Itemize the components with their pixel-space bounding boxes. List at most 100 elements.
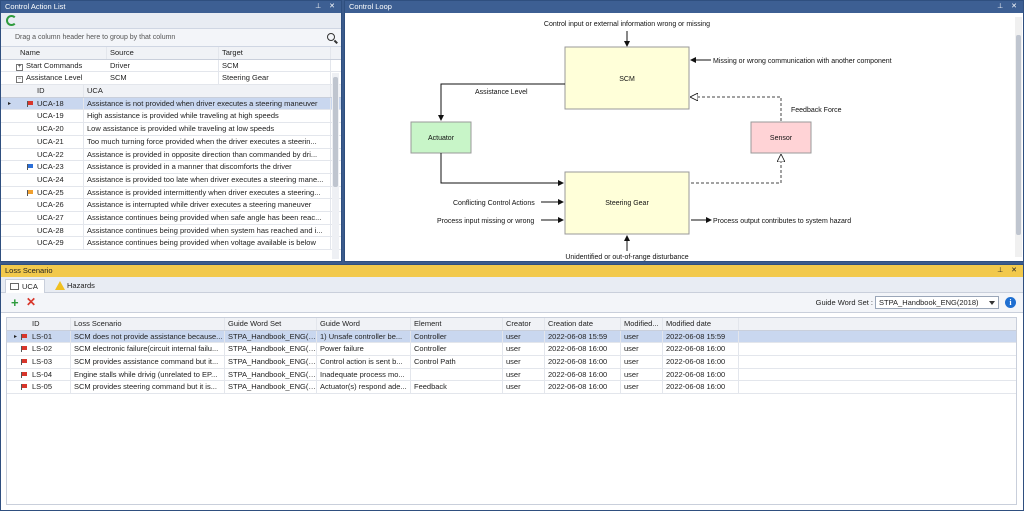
group-panel[interactable]: Drag a column header here to group by th… bbox=[1, 29, 341, 47]
pin-icon[interactable]: ⊥ ✕ bbox=[997, 265, 1020, 277]
uca-row[interactable]: UCA-20 Low assistance is provided while t… bbox=[1, 123, 341, 136]
uca-id: UCA-29 bbox=[34, 237, 84, 250]
tab-uca-label: UCA bbox=[22, 282, 38, 291]
uca-text: Assistance is provided intermittently wh… bbox=[84, 186, 331, 199]
scm-label: SCM bbox=[619, 76, 635, 83]
modified-by-cell: user bbox=[621, 381, 663, 394]
scroll-thumb[interactable] bbox=[333, 77, 338, 187]
scroll-thumb[interactable] bbox=[1016, 35, 1021, 235]
steering-gear-label: Steering Gear bbox=[605, 200, 649, 207]
uca-id: UCA-28 bbox=[34, 224, 84, 237]
col-id-header[interactable]: ID bbox=[34, 85, 84, 98]
col-guide-word-header[interactable]: Guide Word bbox=[317, 318, 411, 330]
table-row[interactable]: − Assistance Level SCM Steering Gear bbox=[1, 72, 341, 86]
col-creator-header[interactable]: Creator bbox=[503, 318, 545, 330]
uca-header: ID UCA bbox=[1, 85, 341, 98]
vertical-scrollbar[interactable] bbox=[332, 73, 339, 259]
add-icon[interactable]: + bbox=[11, 296, 19, 309]
pin-icon[interactable]: ⊥ ✕ bbox=[997, 1, 1020, 13]
modified-by-cell: user bbox=[621, 330, 663, 343]
flag-icon[interactable] bbox=[21, 346, 27, 353]
creation-date-cell: 2022-06-08 15:59 bbox=[545, 330, 621, 343]
creation-date-cell: 2022-06-08 16:00 bbox=[545, 368, 621, 381]
col-creation-date-header[interactable]: Creation date bbox=[545, 318, 621, 330]
process-input-label: Process input missing or wrong bbox=[437, 218, 534, 225]
col-guide-word-set-header[interactable]: Guide Word Set bbox=[225, 318, 317, 330]
table-row[interactable]: LS-02 SCM electronic failure(circuit inte… bbox=[7, 343, 1016, 357]
modified-date-cell: 2022-06-08 16:00 bbox=[663, 343, 739, 356]
row-target: SCM bbox=[219, 59, 331, 72]
flag-icon[interactable] bbox=[21, 359, 27, 366]
collapse-icon[interactable]: − bbox=[16, 76, 23, 84]
uca-row[interactable]: UCA-21 Too much turning force provided wh… bbox=[1, 135, 341, 149]
uca-row[interactable]: UCA-24 Assistance is provided too late wh… bbox=[1, 173, 341, 187]
row-source: Driver bbox=[107, 59, 219, 72]
guide-word-cell: Power failure bbox=[317, 343, 411, 356]
table-row[interactable]: LS-04 Engine stalls while drivig (unrelat… bbox=[7, 368, 1016, 382]
loss-scenario-title: Loss Scenario ⊥ ✕ bbox=[1, 265, 1023, 277]
flag-icon[interactable] bbox=[21, 371, 27, 378]
col-uca-header[interactable]: UCA bbox=[84, 85, 331, 98]
guide-word-cell: Inadequate process mo... bbox=[317, 368, 411, 381]
uca-text: Assistance is provided too late when dri… bbox=[84, 173, 331, 186]
col-name-header[interactable]: Name bbox=[17, 47, 107, 59]
flag-icon[interactable] bbox=[27, 100, 33, 107]
tab-hazards[interactable]: Hazards bbox=[51, 279, 101, 293]
guide-word-set-select[interactable]: STPA_Handbook_ENG(2018) bbox=[875, 296, 999, 309]
col-target-header[interactable]: Target bbox=[219, 47, 331, 59]
control-loop-pane: Control Loop ⊥ ✕ Control input or extern… bbox=[344, 0, 1024, 262]
col-element-header[interactable]: Element bbox=[411, 318, 503, 330]
col-source-header[interactable]: Source bbox=[107, 47, 219, 59]
pin-icon[interactable]: ⊥ ✕ bbox=[315, 1, 338, 13]
row-name-cell: + Start Commands bbox=[13, 60, 107, 72]
uca-row[interactable]: UCA-23 Assistance is provided in a manner… bbox=[1, 161, 341, 174]
col-loss-scenario-header[interactable]: Loss Scenario bbox=[71, 318, 225, 330]
uca-row[interactable]: UCA-27 Assistance continues being provide… bbox=[1, 211, 341, 225]
col-modified-by-header[interactable]: Modified... bbox=[621, 318, 663, 330]
table-row[interactable]: ▸ LS-01 SCM does not provide assistance be… bbox=[7, 330, 1016, 344]
uca-text: Low assistance is provided while traveli… bbox=[84, 123, 331, 136]
uca-row[interactable]: UCA-19 High assistance is provided while … bbox=[1, 110, 341, 124]
uca-text: Assistance is not provided when driver e… bbox=[84, 97, 331, 110]
refresh-icon[interactable] bbox=[6, 15, 17, 26]
table-row[interactable]: + Start Commands Driver SCM bbox=[1, 59, 341, 73]
cal-toolbar bbox=[1, 13, 341, 29]
id-cell: LS-04 bbox=[29, 368, 71, 381]
table-row[interactable]: LS-05 SCM provides steering command but i… bbox=[7, 381, 1016, 395]
chevron-down-icon bbox=[989, 301, 995, 305]
flag-icon[interactable] bbox=[21, 333, 27, 340]
vertical-scrollbar[interactable] bbox=[1015, 17, 1022, 257]
table-row[interactable]: LS-03 SCM provides assistance command but… bbox=[7, 356, 1016, 369]
uca-row[interactable]: ▸ UCA-18 Assistance is not provided when d… bbox=[1, 97, 341, 111]
uca-row[interactable]: UCA-25 Assistance is provided intermitten… bbox=[1, 186, 341, 200]
uca-row[interactable]: UCA-22 Assistance is provided in opposite… bbox=[1, 148, 341, 162]
col-modified-date-header[interactable]: Modified date bbox=[663, 318, 739, 330]
loss-scenario-pane: Loss Scenario ⊥ ✕ UCA Hazards + ✕ Guide … bbox=[0, 264, 1024, 511]
flag-icon[interactable] bbox=[21, 384, 27, 391]
row-target: Steering Gear bbox=[219, 72, 331, 85]
flag-icon[interactable] bbox=[27, 164, 33, 171]
uca-row[interactable]: UCA-26 Assistance is interrupted while dr… bbox=[1, 199, 341, 212]
expand-icon[interactable]: + bbox=[16, 63, 23, 71]
uca-row[interactable]: UCA-28 Assistance continues being provide… bbox=[1, 224, 341, 238]
pane-title-text: Loss Scenario bbox=[5, 266, 53, 275]
pane-title-text: Control Loop bbox=[349, 2, 392, 11]
control-action-list-title: Control Action List ⊥ ✕ bbox=[1, 1, 341, 13]
id-cell: LS-02 bbox=[29, 343, 71, 356]
feedback-force-label: Feedback Force bbox=[791, 107, 842, 114]
info-icon[interactable]: i bbox=[1005, 297, 1016, 308]
tab-uca[interactable]: UCA bbox=[5, 279, 45, 293]
modified-by-cell: user bbox=[621, 343, 663, 356]
search-icon[interactable] bbox=[327, 33, 335, 41]
control-action-grid: Name Source Target + Start Commands Drive… bbox=[1, 47, 341, 250]
row-indicator-icon: ▸ bbox=[14, 333, 18, 340]
flag-icon[interactable] bbox=[27, 189, 33, 196]
uca-row[interactable]: UCA-29 Assistance continues being provide… bbox=[1, 237, 341, 250]
creator-cell: user bbox=[503, 381, 545, 394]
uca-id: UCA-23 bbox=[34, 161, 84, 174]
row-source: SCM bbox=[107, 72, 219, 85]
id-cell: LS-05 bbox=[29, 381, 71, 394]
delete-icon[interactable]: ✕ bbox=[26, 296, 36, 309]
col-id-header[interactable]: ID bbox=[29, 318, 71, 330]
grid-header: Name Source Target bbox=[1, 47, 341, 60]
